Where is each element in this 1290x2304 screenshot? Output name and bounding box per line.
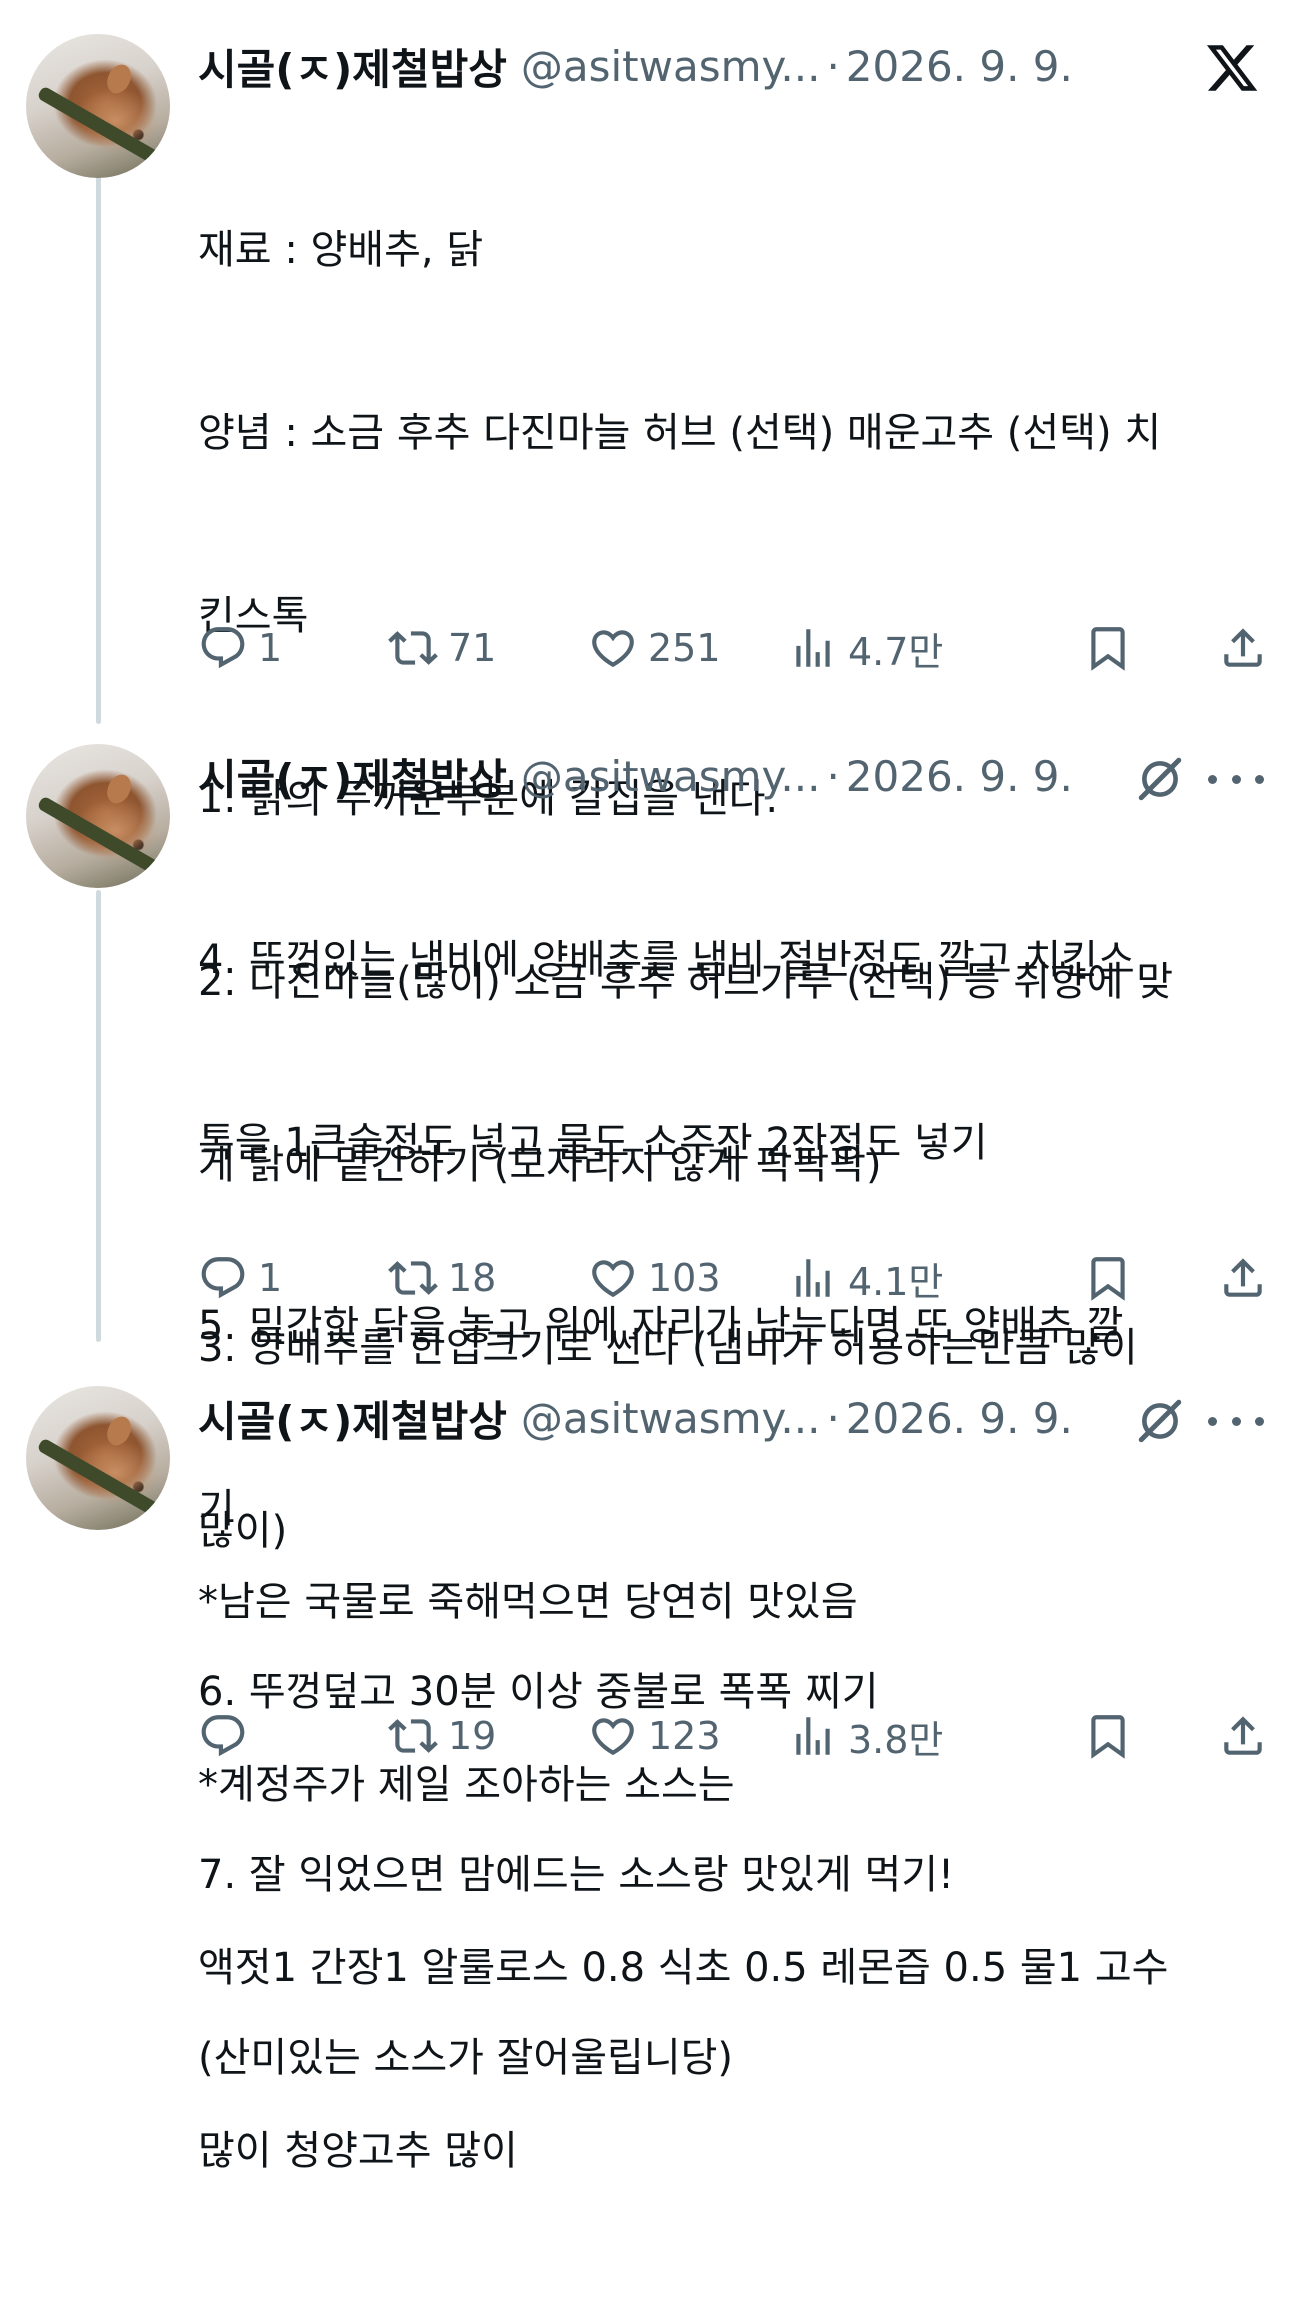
avatar[interactable] <box>26 1386 170 1530</box>
analytics-icon <box>796 1717 830 1755</box>
tweet-text-line: *남은 국물로 죽해먹으면 당연히 맛있음 <box>198 1579 858 1625</box>
reply-button[interactable] <box>198 1706 258 1766</box>
avatar[interactable] <box>26 34 170 178</box>
tweet-date[interactable]: 2026. 9. 9. <box>846 42 1073 91</box>
thread-connector <box>96 168 101 724</box>
views-button[interactable]: 4.7만 <box>788 618 943 678</box>
author-name[interactable]: 시골(ㅈ)제철밥상 <box>198 1388 507 1449</box>
bookmark-icon <box>1091 1715 1125 1759</box>
heart-icon <box>592 630 634 668</box>
like-count: 103 <box>648 1256 721 1300</box>
repost-icon <box>388 631 438 665</box>
views-button[interactable]: 4.1만 <box>788 1248 943 1308</box>
separator: · <box>826 751 840 801</box>
heart-icon <box>592 1718 634 1756</box>
tweet-header: 시골(ㅈ)제철밥상 @asitwasmy... · 2026. 9. 9. <box>198 1388 1073 1448</box>
repost-button[interactable]: 71 <box>388 618 496 678</box>
share-icon <box>1224 628 1262 667</box>
bookmark-button[interactable] <box>1083 1706 1133 1766</box>
bookmark-button[interactable] <box>1083 618 1133 678</box>
tweet-header: 시골(ㅈ)제철밥상 @asitwasmy... · 2026. 9. 9. <box>198 746 1073 806</box>
reply-count: 1 <box>258 626 283 670</box>
like-count: 123 <box>648 1714 721 1758</box>
views-count: 4.1만 <box>848 1259 944 1304</box>
grok-icon[interactable] <box>1135 1396 1185 1446</box>
tweet-header: 시골(ㅈ)제철밥상 @asitwasmy... · 2026. 9. 9. <box>198 36 1073 96</box>
tweet-text-line: 액젓1 간장1 알룰로스 0.8 식초 0.5 레몬즙 0.5 물1 고수 <box>198 1945 1169 1991</box>
analytics-icon <box>796 1259 830 1297</box>
tweet-text-line: 양념 : 소금 후추 다진마늘 허브 (선택) 매운고추 (선택) 치 <box>198 410 1162 456</box>
x-logo-icon[interactable] <box>1204 40 1260 96</box>
avatar[interactable] <box>26 744 170 888</box>
tweet-date[interactable]: 2026. 9. 9. <box>846 752 1073 801</box>
grok-icon[interactable] <box>1135 754 1185 804</box>
bookmark-icon <box>1091 1257 1125 1301</box>
author-handle[interactable]: @asitwasmy... <box>521 42 821 91</box>
author-name[interactable]: 시골(ㅈ)제철밥상 <box>198 36 507 97</box>
more-options-icon[interactable] <box>1208 764 1264 794</box>
reply-icon <box>201 627 245 669</box>
like-button[interactable]: 103 <box>588 1248 721 1308</box>
heart-icon <box>592 1260 634 1298</box>
tweet-actions: 1 71 251 4.7만 <box>198 618 1268 678</box>
views-count: 4.7만 <box>848 629 944 674</box>
like-count: 251 <box>648 626 721 670</box>
share-button[interactable] <box>1218 1248 1268 1308</box>
share-button[interactable] <box>1218 1706 1268 1766</box>
like-button[interactable]: 123 <box>588 1706 721 1766</box>
repost-button[interactable]: 18 <box>388 1248 496 1308</box>
reply-button[interactable]: 1 <box>198 1248 282 1308</box>
reply-count: 1 <box>258 1256 283 1300</box>
views-button[interactable]: 3.8만 <box>788 1706 943 1766</box>
thread-connector <box>96 890 101 1342</box>
bookmark-icon <box>1091 627 1125 671</box>
repost-count: 71 <box>448 626 497 670</box>
author-handle[interactable]: @asitwasmy... <box>521 1394 821 1443</box>
tweet-actions: 1 18 103 4.1만 <box>198 1248 1268 1308</box>
reply-icon <box>201 1257 245 1299</box>
share-icon <box>1224 1716 1262 1755</box>
views-count: 3.8만 <box>848 1717 944 1762</box>
analytics-icon <box>796 629 830 667</box>
author-handle[interactable]: @asitwasmy... <box>521 752 821 801</box>
more-options-icon[interactable] <box>1208 1406 1264 1436</box>
repost-count: 18 <box>448 1256 497 1300</box>
repost-icon <box>388 1261 438 1295</box>
tweet-text-line: 4. 뚜껑있는 냄비에 양배추를 냄비 절반정도 깔고 치킨스 <box>198 937 1135 983</box>
separator: · <box>826 41 840 91</box>
repost-count: 19 <box>448 1714 497 1758</box>
tweet-text: *남은 국물로 죽해먹으면 당연히 맛있음 *계정주가 제일 조아하는 소스는 … <box>198 1450 1268 2304</box>
reply-icon <box>201 1715 245 1757</box>
tweet-text-line: 재료 : 양배추, 닭 <box>198 227 484 273</box>
reply-button[interactable]: 1 <box>198 618 282 678</box>
like-button[interactable]: 251 <box>588 618 721 678</box>
share-icon <box>1224 1258 1262 1297</box>
repost-button[interactable]: 19 <box>388 1706 496 1766</box>
tweet-date[interactable]: 2026. 9. 9. <box>846 1394 1073 1443</box>
author-name[interactable]: 시골(ㅈ)제철밥상 <box>198 746 507 807</box>
repost-icon <box>388 1719 438 1753</box>
tweet-text-line: 많이 청양고추 많이 <box>198 2128 518 2174</box>
tweet-text-line: 톡을 1큰술정도 넣고 물도 소주잔 2잔정도 넣기 <box>198 1120 988 1166</box>
share-button[interactable] <box>1218 618 1268 678</box>
tweet-actions: 19 123 3.8만 <box>198 1706 1268 1766</box>
separator: · <box>826 1393 840 1443</box>
bookmark-button[interactable] <box>1083 1248 1133 1308</box>
